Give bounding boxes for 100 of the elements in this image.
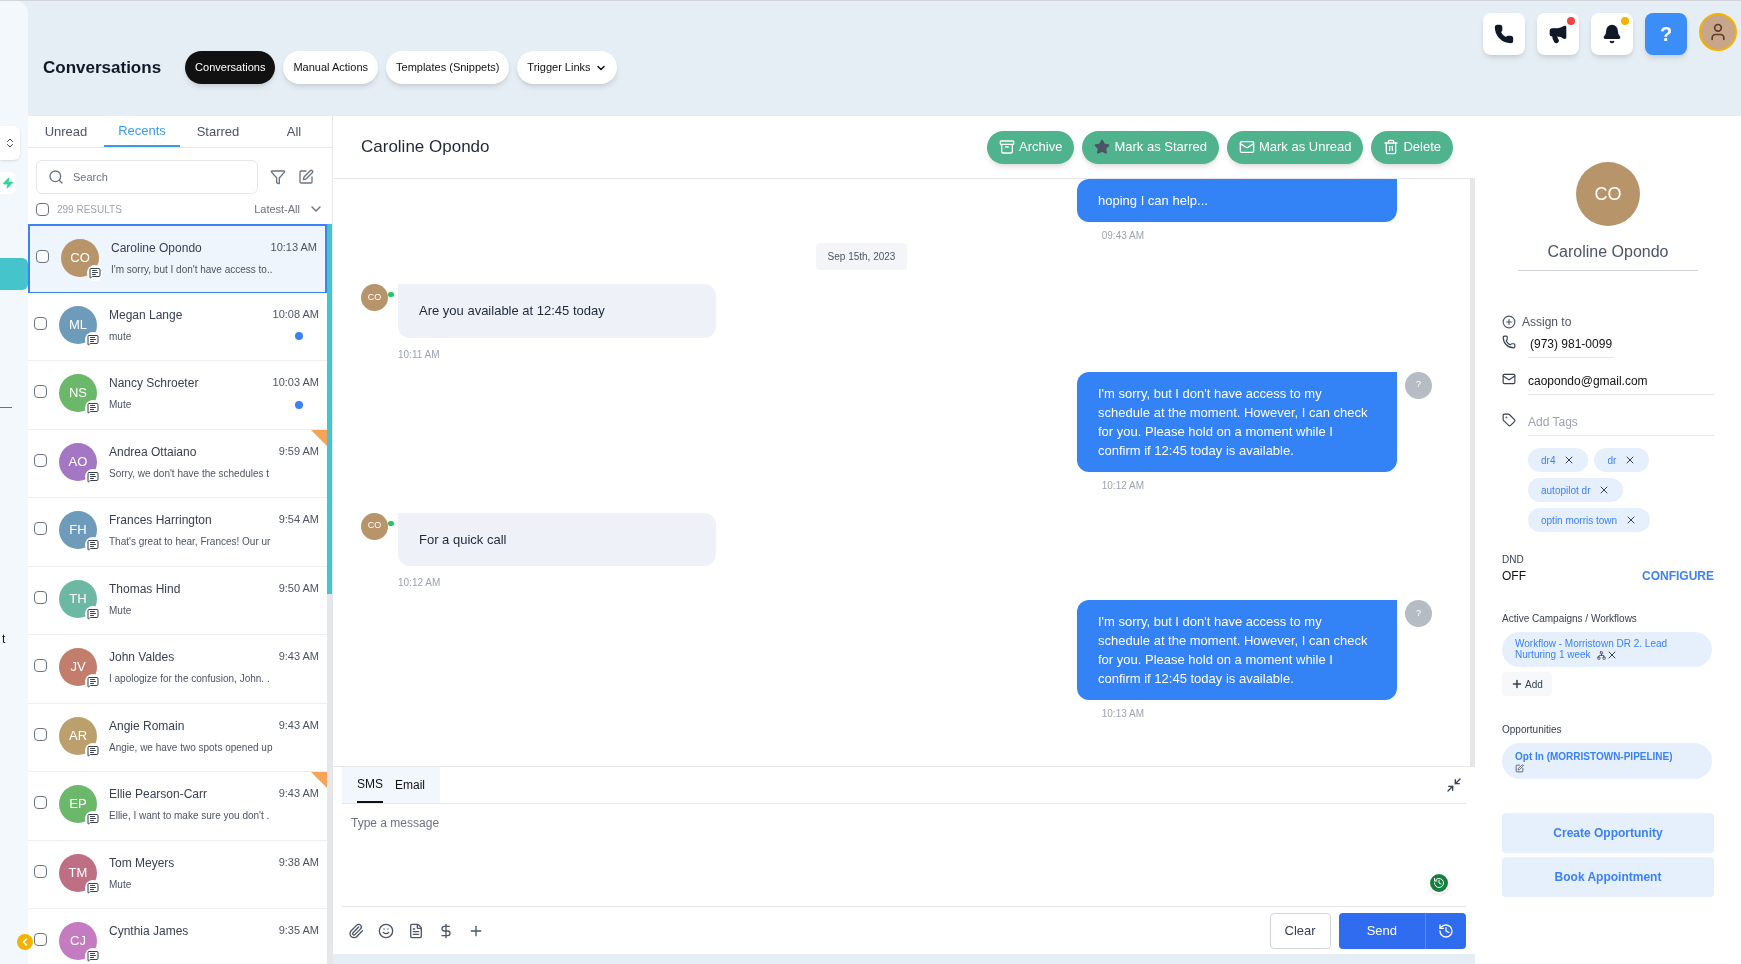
message-preview: Mute bbox=[109, 398, 132, 412]
phone-field[interactable]: (973) 981-0099 bbox=[1528, 335, 1615, 358]
trash-icon bbox=[1383, 139, 1400, 155]
nav-tab[interactable]: Manual Actions bbox=[283, 51, 379, 84]
message-field[interactable]: Type a message bbox=[342, 804, 1466, 906]
message-icon bbox=[85, 537, 101, 553]
email-field[interactable]: caopondo@gmail.com bbox=[1528, 372, 1714, 395]
megaphone-icon bbox=[1548, 24, 1568, 44]
nav-tab[interactable]: Trigger Links bbox=[517, 51, 617, 84]
message-time: 09:43 AM bbox=[1101, 229, 1144, 243]
chevrons-icon bbox=[4, 137, 16, 149]
outbound-message: hoping I can help... bbox=[1077, 179, 1397, 222]
message-time: 9:43 AM bbox=[278, 717, 319, 733]
conversation-item[interactable]: ML Megan Lange 10:08 AM mute bbox=[28, 292, 327, 361]
contact-name: John Valdes bbox=[109, 649, 175, 666]
search-field[interactable]: Search bbox=[36, 160, 258, 194]
contact-avatar: AO bbox=[59, 442, 97, 481]
results-count: 299 RESULTS bbox=[57, 202, 123, 217]
dollar-icon[interactable] bbox=[438, 922, 454, 939]
scrollbar-thumb[interactable] bbox=[327, 224, 332, 594]
mail-icon bbox=[1238, 139, 1255, 155]
tag-icon bbox=[1502, 413, 1516, 427]
select-all-checkbox[interactable] bbox=[36, 202, 49, 216]
message-preview: Mute bbox=[109, 877, 132, 892]
filter-icon[interactable] bbox=[270, 169, 286, 185]
row-checkbox[interactable] bbox=[34, 796, 47, 809]
conversation-item[interactable]: TH Thomas Hind 9:50 AM Mute bbox=[28, 566, 327, 635]
contact-name: Ellie Pearson-Carr bbox=[109, 786, 208, 803]
bell-button[interactable] bbox=[1591, 13, 1633, 55]
nav-tab[interactable]: Templates (Snippets) bbox=[386, 51, 510, 84]
list-tab[interactable]: Unread bbox=[28, 116, 104, 147]
row-checkbox[interactable] bbox=[34, 522, 47, 535]
list-tab[interactable]: Starred bbox=[180, 116, 256, 147]
conversation-item[interactable]: TM Tom Meyers 9:38 AM Mute bbox=[28, 840, 327, 909]
message-preview: Sorry, we don't have the schedules t bbox=[109, 466, 270, 481]
row-checkbox[interactable] bbox=[34, 933, 47, 946]
message-time: 10:13 AM bbox=[270, 240, 317, 255]
message-time: 9:59 AM bbox=[278, 443, 319, 459]
contact-avatar: EP bbox=[59, 785, 97, 823]
emoji-icon[interactable] bbox=[378, 922, 394, 939]
row-checkbox[interactable] bbox=[34, 316, 47, 330]
contact-name: Angie Romain bbox=[109, 717, 185, 735]
conversation-item[interactable]: CO Caroline Opondo 10:13 AM I'm sorry, but I don't have access to.. bbox=[28, 224, 327, 293]
conversation-item[interactable]: FH Frances Harrington 9:54 AM That's great to hear, Frances! Our ur bbox=[28, 498, 327, 567]
tags-field[interactable]: Add Tags bbox=[1528, 413, 1714, 436]
megaphone-button[interactable] bbox=[1537, 13, 1579, 55]
plus-icon bbox=[1511, 678, 1524, 691]
message-time: 9:43 AM bbox=[278, 786, 319, 801]
contact-avatar: CO bbox=[361, 512, 388, 540]
contact-avatar: CO bbox=[361, 284, 388, 311]
opportunities-label: Opportunities bbox=[1502, 723, 1563, 738]
contact-avatar: NS bbox=[59, 374, 97, 412]
row-checkbox[interactable] bbox=[34, 659, 47, 672]
sort-dropdown[interactable]: Latest-All bbox=[254, 200, 324, 218]
document-icon[interactable] bbox=[408, 922, 424, 939]
row-checkbox[interactable] bbox=[34, 385, 47, 398]
message-icon bbox=[85, 674, 101, 690]
attachment-icon[interactable] bbox=[348, 922, 364, 939]
contact-name: Megan Lange bbox=[109, 306, 183, 324]
nav-tab[interactable]: Conversations bbox=[185, 51, 276, 84]
message-preview: I apologize for the confusion, John. . bbox=[109, 672, 270, 686]
message-icon bbox=[85, 400, 101, 416]
message-time: 10:11 AM bbox=[398, 347, 441, 362]
conversation-item[interactable]: CJ Cynthia James 9:35 AM bbox=[28, 909, 327, 964]
unknown-avatar: ? bbox=[1405, 371, 1432, 399]
channel-tab[interactable]: Email bbox=[395, 767, 426, 803]
row-checkbox[interactable] bbox=[34, 864, 47, 878]
campaigns-label: Active Campaigns / Workflows bbox=[1502, 612, 1638, 626]
phone-icon bbox=[1502, 335, 1516, 349]
contact-avatar: CO bbox=[1576, 162, 1640, 226]
conversation-item[interactable]: JV John Valdes 9:43 AM I apologize for the confusion, John. . bbox=[28, 635, 327, 704]
compose-icon[interactable] bbox=[298, 169, 314, 185]
mail-icon bbox=[1502, 372, 1516, 386]
contact-name: Caroline Opondo bbox=[1517, 240, 1699, 271]
row-checkbox[interactable] bbox=[36, 250, 49, 263]
contact-name: Nancy Schroeter bbox=[109, 375, 199, 392]
avatar-icon[interactable] bbox=[1699, 13, 1737, 51]
edit-icon[interactable] bbox=[1515, 764, 1524, 774]
message-icon bbox=[85, 811, 101, 827]
contact-name: Andrea Ottaiano bbox=[109, 443, 197, 461]
message-time: 10:08 AM bbox=[272, 306, 319, 322]
sms-icon bbox=[388, 292, 394, 297]
assign-link[interactable]: Assign to bbox=[1522, 313, 1572, 331]
message-preview: That's great to hear, Frances! Our ur bbox=[109, 535, 271, 549]
conversation-item[interactable]: AR Angie Romain 9:43 AM Angie, we have two spots opened up bbox=[28, 703, 327, 772]
clear-button[interactable]: Clear bbox=[1269, 912, 1331, 949]
phone-button[interactable] bbox=[1483, 13, 1525, 55]
conversation-item[interactable]: NS Nancy Schroeter 10:03 AM Mute bbox=[28, 361, 327, 430]
page-title: Conversations bbox=[43, 56, 162, 79]
row-checkbox[interactable] bbox=[34, 453, 47, 467]
chat-contact-name: Caroline Opondo bbox=[361, 136, 490, 159]
dnd-value: OFF bbox=[1502, 568, 1526, 585]
row-checkbox[interactable] bbox=[34, 590, 47, 604]
channel-tab[interactable]: SMS bbox=[357, 767, 383, 803]
expand-toggle[interactable] bbox=[0, 126, 20, 160]
list-tab[interactable]: All bbox=[256, 116, 332, 147]
add-campaign-button[interactable]: Add bbox=[1502, 672, 1552, 697]
row-checkbox[interactable] bbox=[34, 727, 47, 741]
configure-link[interactable]: CONFIGURE bbox=[1642, 567, 1714, 585]
minimize-icon[interactable] bbox=[1446, 777, 1462, 793]
